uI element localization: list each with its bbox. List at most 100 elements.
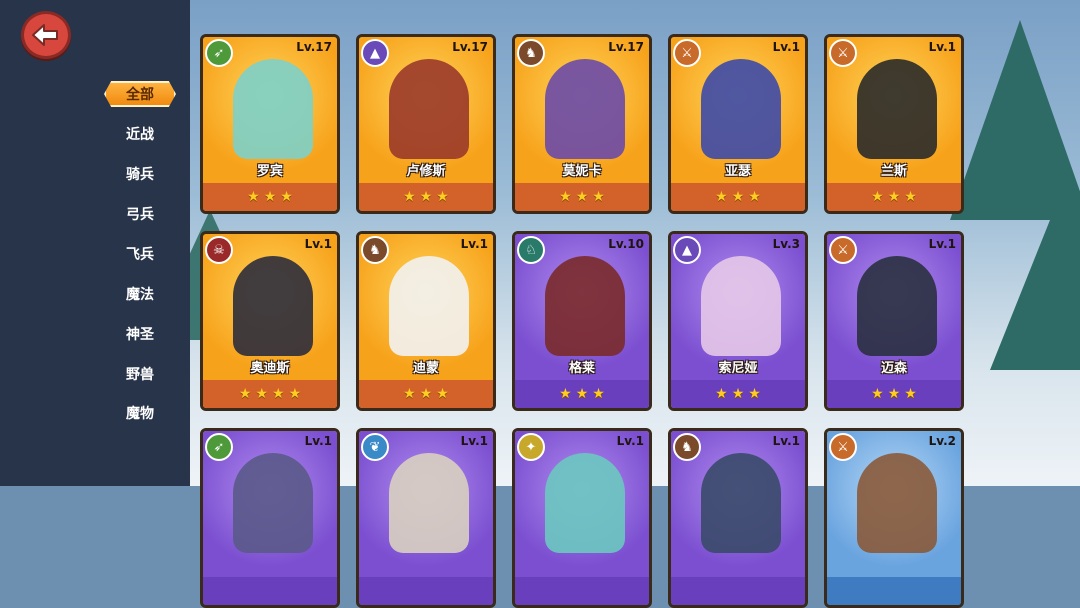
star-rating: ★ ★ ★ [203, 183, 337, 211]
category-tab[interactable]: 弓兵 [104, 201, 176, 227]
hero-figure [545, 59, 625, 159]
star-icon: ★ [436, 189, 449, 205]
star-icon: ★ [887, 386, 901, 402]
hero-card[interactable]: ♞ Lv.1 [668, 428, 808, 608]
hero-figure [389, 453, 469, 553]
pine-tree [990, 170, 1080, 370]
hero-name: 亚瑟 [724, 164, 751, 179]
sword-icon: ⚔ [829, 236, 857, 264]
hero-figure [857, 453, 937, 553]
category-tab[interactable]: 神圣 [104, 321, 176, 347]
hero-name: 奥迪斯 [250, 361, 290, 376]
star-rating: ★ ★ ★ [671, 380, 805, 408]
star-icon: ★ [403, 189, 416, 205]
star-icon: ★ [731, 386, 745, 402]
star-icon: ★ [247, 189, 260, 205]
category-tab[interactable]: 全部 [104, 81, 176, 107]
bow-icon: ➶ [205, 433, 233, 461]
hero-card[interactable]: ⚔ Lv.1 迈森 ★ ★ ★ [824, 231, 964, 411]
wings-icon: ❦ [361, 433, 389, 461]
hero-name: 卢修斯 [406, 164, 446, 179]
hero-card[interactable]: ⚔ Lv.1 亚瑟 ★ ★ ★ [668, 34, 808, 214]
sword-icon: ⚔ [829, 433, 857, 461]
hero-card[interactable]: ➶ Lv.1 [200, 428, 340, 608]
horse-icon: ♘ [517, 236, 545, 264]
star-icon: ★ [748, 386, 761, 402]
hero-card[interactable]: ♞ Lv.17 莫妮卡 ★ ★ ★ [512, 34, 652, 214]
star-icon: ★ [592, 386, 605, 402]
hero-card[interactable]: ✦ Lv.1 [512, 428, 652, 608]
hero-figure [233, 59, 313, 159]
hero-level: Lv.17 [452, 40, 488, 54]
hero-level: Lv.1 [616, 434, 644, 448]
star-rating [671, 577, 805, 605]
hero-figure [701, 59, 781, 159]
star-rating: ★ ★ ★ [359, 380, 493, 408]
hero-level: Lv.17 [608, 40, 644, 54]
hero-figure [233, 256, 313, 356]
category-tab[interactable]: 飞兵 [104, 241, 176, 267]
hero-figure [701, 256, 781, 356]
hero-figure [857, 256, 937, 356]
star-rating: ★ ★ ★ [359, 183, 493, 211]
hero-card[interactable]: ♞ Lv.1 迪蒙 ★ ★ ★ [356, 231, 496, 411]
category-tab[interactable]: 魔物 [104, 400, 176, 426]
star-icon: ★ [871, 189, 884, 205]
hero-card[interactable]: ♘ Lv.10 格莱 ★ ★ ★ [512, 231, 652, 411]
category-tab[interactable]: 近战 [104, 121, 176, 147]
hero-name: 迈森 [880, 361, 907, 376]
hero-card[interactable]: ▲ Lv.17 卢修斯 ★ ★ ★ [356, 34, 496, 214]
bow-icon: ➶ [205, 39, 233, 67]
category-tab[interactable]: 野兽 [104, 361, 176, 387]
hero-card[interactable]: ➶ Lv.17 罗宾 ★ ★ ★ [200, 34, 340, 214]
star-icon: ★ [871, 386, 884, 402]
star-rating [827, 577, 961, 605]
star-icon: ★ [255, 386, 268, 402]
star-icon: ★ [887, 189, 901, 205]
hero-card[interactable]: ☠ Lv.1 奥迪斯 ★ ★ ★ ★ [200, 231, 340, 411]
star-rating: ★ ★ ★ [671, 183, 805, 211]
star-icon: ★ [288, 386, 302, 402]
hero-level: Lv.1 [304, 237, 332, 251]
hero-level: Lv.3 [772, 237, 800, 251]
category-tab[interactable]: 魔法 [104, 281, 176, 307]
star-rating: ★ ★ ★ [515, 183, 649, 211]
star-icon: ★ [403, 386, 416, 402]
star-icon: ★ [419, 189, 433, 205]
hero-card[interactable]: ▲ Lv.3 索尼娅 ★ ★ ★ [668, 231, 808, 411]
hero-card[interactable]: ❦ Lv.1 [356, 428, 496, 608]
hero-level: Lv.1 [928, 40, 956, 54]
hero-level: Lv.10 [608, 237, 644, 251]
hero-figure [857, 59, 937, 159]
star-icon: ★ [575, 386, 589, 402]
hero-card[interactable]: ⚔ Lv.1 兰斯 ★ ★ ★ [824, 34, 964, 214]
hero-figure [545, 256, 625, 356]
star-icon: ★ [904, 189, 917, 205]
wizard-hat-icon: ▲ [361, 39, 389, 67]
hero-figure [701, 453, 781, 553]
star-icon: ★ [436, 386, 449, 402]
hero-level: Lv.1 [304, 434, 332, 448]
wizard-hat-icon: ▲ [673, 236, 701, 264]
hero-level: Lv.1 [460, 434, 488, 448]
hero-name: 索尼娅 [718, 361, 758, 376]
hero-card[interactable]: ⚔ Lv.2 [824, 428, 964, 608]
hero-figure [545, 453, 625, 553]
hero-name: 格莱 [568, 361, 595, 376]
wolf-icon: ♞ [361, 236, 389, 264]
star-icon: ★ [263, 189, 277, 205]
star-icon: ★ [715, 189, 728, 205]
star-rating [359, 577, 493, 605]
wolf-icon: ♞ [517, 39, 545, 67]
star-rating: ★ ★ ★ [515, 380, 649, 408]
star-rating: ★ ★ ★ [827, 183, 961, 211]
back-button[interactable] [21, 11, 71, 59]
star-icon: ★ [280, 189, 293, 205]
star-icon: ★ [715, 386, 728, 402]
star-icon: ★ [272, 386, 285, 402]
category-tab[interactable]: 骑兵 [104, 161, 176, 187]
star-icon: ★ [575, 189, 589, 205]
star-rating: ★ ★ ★ ★ [203, 380, 337, 408]
star-icon: ★ [419, 386, 433, 402]
hero-level: Lv.1 [772, 40, 800, 54]
